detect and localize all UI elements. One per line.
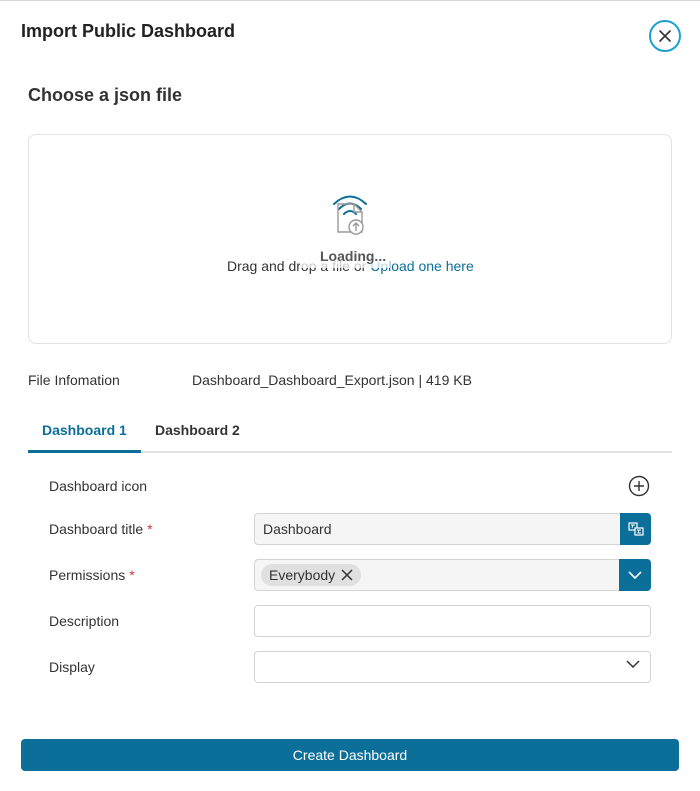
- create-dashboard-button[interactable]: Create Dashboard: [21, 739, 679, 771]
- required-mark: *: [129, 567, 135, 583]
- translate-icon: [627, 522, 644, 536]
- close-button[interactable]: [649, 20, 681, 52]
- file-upload-icon: [333, 195, 367, 235]
- file-info-value: Dashboard_Dashboard_Export.json | 419 KB: [192, 372, 472, 388]
- chevron-down-icon: [626, 660, 640, 668]
- dashboard-title-label-text: Dashboard title: [49, 521, 144, 537]
- permission-chip: Everybody: [261, 564, 362, 586]
- file-dropzone[interactable]: [28, 134, 672, 344]
- file-info-label: File Infomation: [28, 372, 120, 388]
- chevron-down-icon: [628, 571, 642, 579]
- remove-chip-button[interactable]: [341, 569, 353, 581]
- translate-button[interactable]: [620, 513, 651, 545]
- loading-indicator: Loading...: [320, 248, 387, 264]
- dashboard-title-input[interactable]: Dashboard: [254, 513, 621, 545]
- close-icon: [659, 30, 671, 42]
- tab-dashboard-1[interactable]: Dashboard 1: [42, 422, 127, 438]
- dashboard-icon-label: Dashboard icon: [49, 478, 148, 494]
- permissions-label: Permissions *: [49, 567, 135, 583]
- display-label: Display: [49, 659, 95, 675]
- permission-chip-label: Everybody: [269, 567, 336, 583]
- permissions-label-text: Permissions: [49, 567, 126, 583]
- dashboard-title-label: Dashboard title *: [49, 521, 153, 537]
- description-input[interactable]: [254, 605, 651, 637]
- active-tab-indicator: [28, 450, 141, 453]
- close-icon: [341, 569, 353, 581]
- dialog-title: Import Public Dashboard: [21, 21, 236, 41]
- permissions-dropdown-button[interactable]: [619, 559, 651, 591]
- required-mark: *: [147, 521, 153, 537]
- choose-file-heading: Choose a json file: [28, 85, 183, 105]
- description-label: Description: [49, 613, 120, 629]
- add-icon-button[interactable]: [628, 475, 650, 497]
- display-select[interactable]: [254, 651, 651, 683]
- dialog-top-border: [0, 0, 700, 1]
- tab-dashboard-2[interactable]: Dashboard 2: [155, 422, 240, 438]
